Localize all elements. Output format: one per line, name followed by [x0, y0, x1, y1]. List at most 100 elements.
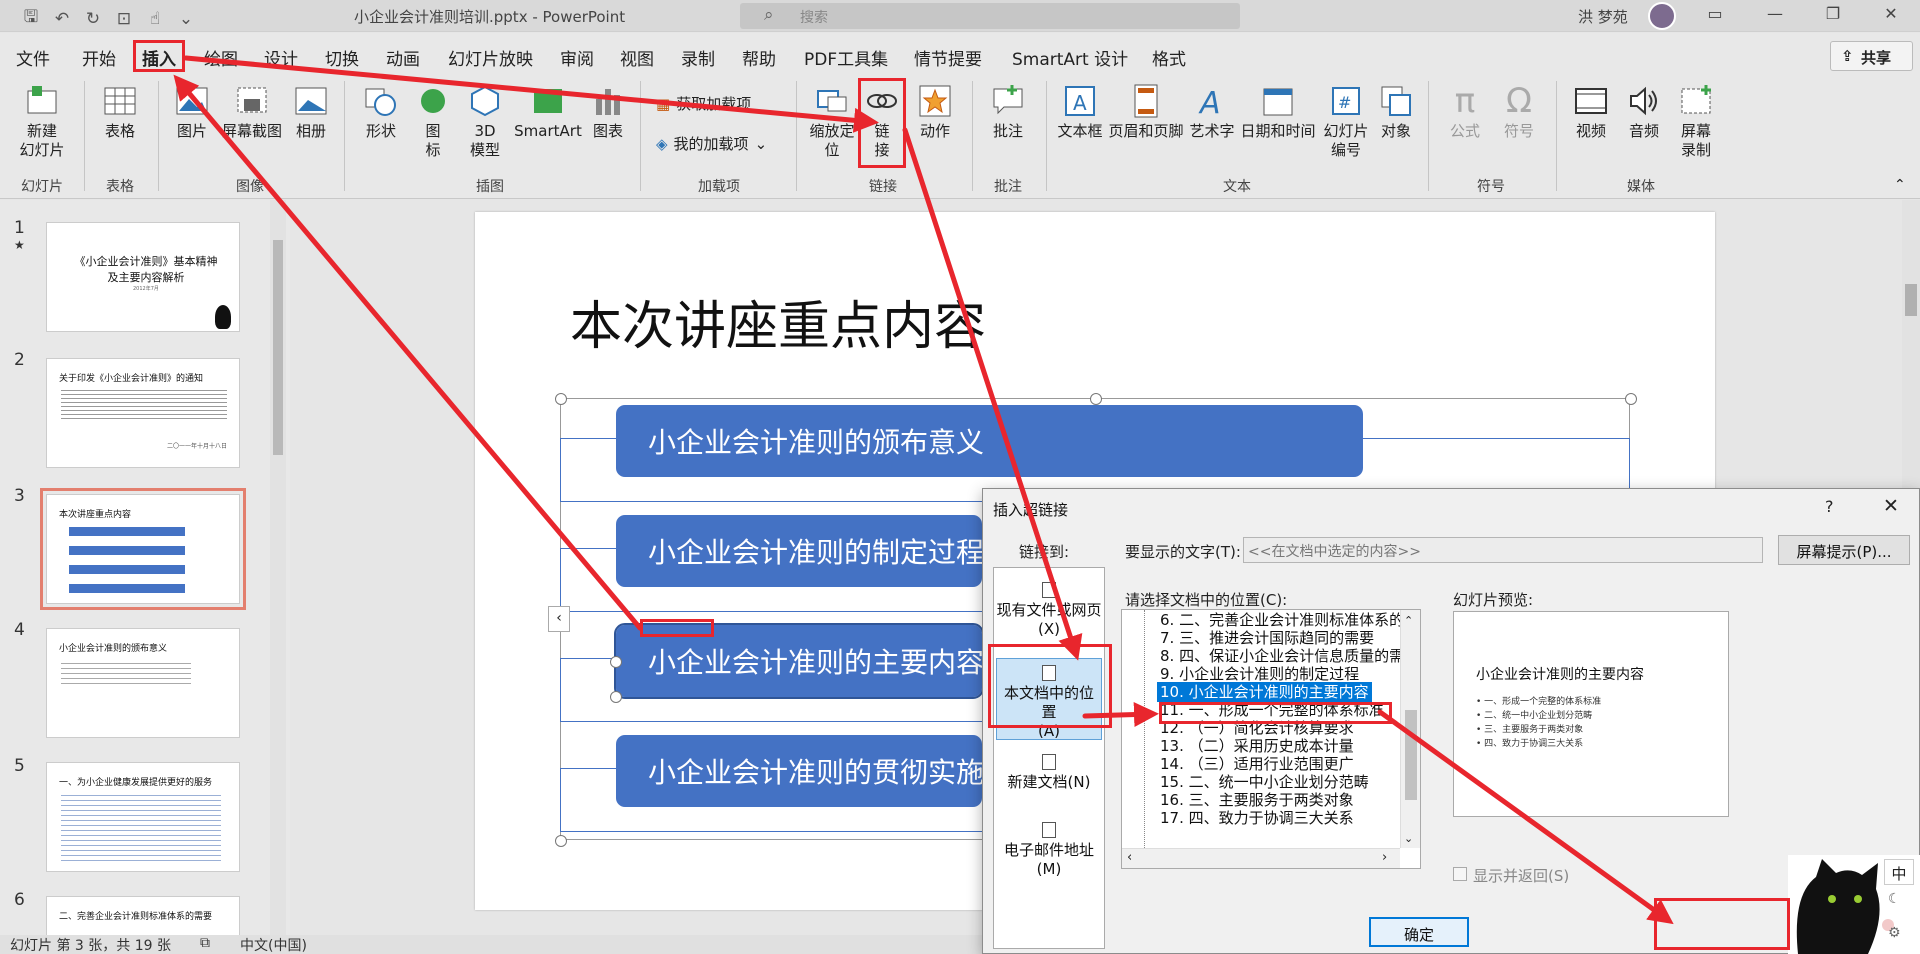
- save-icon[interactable]: 🖫: [20, 4, 42, 33]
- tree-item-selected[interactable]: 10. 小企业会计准则的主要内容: [1157, 682, 1372, 702]
- tree-item[interactable]: 13. （二）采用历史成本计量: [1160, 736, 1354, 756]
- my-addins-button[interactable]: ◈ 我的加载项 ⌄: [656, 133, 767, 154]
- thumbnails-scrollbar[interactable]: [270, 200, 286, 935]
- tree-item[interactable]: 17. 四、致力于协调三大关系: [1160, 808, 1354, 828]
- smartart-item-selected[interactable]: 小企业会计准则的主要内容: [614, 623, 984, 699]
- scroll-thumb[interactable]: [1905, 284, 1917, 316]
- slide-thumbnail[interactable]: 二、完善企业会计准则标准体系的需要: [46, 896, 240, 936]
- shapes-button[interactable]: 形状: [356, 83, 406, 141]
- scroll-thumb[interactable]: [273, 240, 283, 455]
- picture-button[interactable]: 图片: [166, 83, 218, 141]
- tab-help[interactable]: 帮助: [742, 45, 776, 70]
- action-button[interactable]: 动作: [910, 83, 960, 141]
- slide-thumbnail[interactable]: 小企业会计准则的颁布意义: [46, 628, 240, 738]
- help-button[interactable]: ?: [1825, 497, 1834, 516]
- tab-home[interactable]: 开始: [82, 45, 116, 70]
- touch-mode-icon[interactable]: ☝: [144, 9, 166, 29]
- user-name[interactable]: 洪 梦苑: [1578, 6, 1628, 27]
- tree-item[interactable]: 16. 三、主要服务于两类对象: [1160, 790, 1354, 810]
- moon-icon[interactable]: ☾: [1888, 891, 1901, 907]
- tab-storyboard[interactable]: 情节提要: [914, 45, 982, 70]
- tree-item[interactable]: 14. （三）适用行业范围更广: [1160, 754, 1354, 774]
- chevron-down-icon[interactable]: ⌄: [1404, 832, 1413, 845]
- tab-design[interactable]: 设计: [264, 45, 298, 70]
- datetime-button[interactable]: 日期和时间: [1238, 83, 1318, 141]
- tab-file[interactable]: 文件: [16, 45, 50, 70]
- tree-item[interactable]: 7. 三、推进会计国际趋同的需要: [1160, 628, 1374, 648]
- model3d-button[interactable]: 3D 模型: [460, 83, 510, 160]
- smartart-button[interactable]: SmartArt: [510, 83, 586, 141]
- language-status[interactable]: 中文(中国): [240, 935, 307, 954]
- screenshot-button[interactable]: 屏幕截图: [218, 83, 286, 141]
- link-to-email[interactable]: 电子邮件地址 (M): [996, 818, 1102, 894]
- tab-transitions[interactable]: 切换: [325, 45, 359, 70]
- tab-insert[interactable]: 插入: [142, 45, 176, 79]
- minimize-icon[interactable]: —: [1760, 4, 1790, 23]
- tree-item[interactable]: 12. （一）简化会计核算要求: [1160, 718, 1354, 738]
- customize-qat-icon[interactable]: ⌄: [175, 9, 197, 29]
- get-addins-button[interactable]: ▦ 获取加载项: [656, 93, 751, 114]
- resize-handle[interactable]: [610, 691, 622, 703]
- tab-smartart-design[interactable]: SmartArt 设计: [1012, 45, 1128, 70]
- notes-icon[interactable]: ⧉: [200, 935, 210, 951]
- ok-button[interactable]: 确定: [1369, 917, 1469, 947]
- avatar[interactable]: [1648, 2, 1676, 30]
- tree-item[interactable]: 15. 二、统一中小企业划分范畴: [1160, 772, 1369, 792]
- search-input[interactable]: ⌕ 搜索: [740, 3, 1240, 29]
- album-button[interactable]: 相册: [286, 83, 336, 141]
- tree-vertical-scrollbar[interactable]: ⌃ ⌄: [1400, 610, 1420, 848]
- smartart-item[interactable]: 小企业会计准则的颁布意义: [616, 405, 1363, 477]
- settings-icon[interactable]: ⚙: [1888, 925, 1901, 941]
- restore-icon[interactable]: ❐: [1818, 4, 1848, 23]
- comment-button[interactable]: 批注: [980, 83, 1036, 141]
- collapse-ribbon-icon[interactable]: ⌃: [1894, 177, 1906, 193]
- tree-horizontal-scrollbar[interactable]: ‹ ›: [1122, 848, 1400, 868]
- resize-handle[interactable]: [1625, 393, 1637, 405]
- icons-button[interactable]: 图 标: [408, 83, 458, 160]
- tab-slideshow[interactable]: 幻灯片放映: [448, 45, 533, 70]
- audio-button[interactable]: 音频: [1618, 83, 1670, 141]
- share-button[interactable]: ⇪ 共享: [1830, 41, 1913, 71]
- chevron-left-icon[interactable]: ‹: [1127, 850, 1132, 865]
- link-button[interactable]: 链 接: [862, 83, 902, 160]
- tree-item[interactable]: 9. 小企业会计准则的制定过程: [1160, 664, 1359, 684]
- close-button[interactable]: ✕: [1883, 495, 1899, 517]
- resize-handle[interactable]: [555, 393, 567, 405]
- slide-number-button[interactable]: # 幻灯片 编号: [1318, 83, 1374, 160]
- table-button[interactable]: 表格: [94, 83, 146, 141]
- video-button[interactable]: 视频: [1566, 83, 1616, 141]
- slide-thumbnail[interactable]: 关于印发《小企业会计准则》的通知 二〇一一年十月十八日: [46, 358, 240, 468]
- scroll-thumb[interactable]: [1405, 710, 1417, 800]
- object-button[interactable]: 对象: [1374, 83, 1418, 141]
- chart-button[interactable]: 图表: [586, 83, 630, 141]
- wordart-button[interactable]: A 艺术字: [1186, 83, 1238, 141]
- link-to-place-in-document[interactable]: 本文档中的位置 (A): [996, 658, 1102, 740]
- resize-handle[interactable]: [555, 835, 567, 847]
- tab-view[interactable]: 视图: [620, 45, 654, 70]
- tab-animations[interactable]: 动画: [386, 45, 420, 70]
- slide-thumbnail[interactable]: 《小企业会计准则》基本精神及主要内容解析 2012年7月: [46, 222, 240, 332]
- text-pane-toggle[interactable]: ‹: [548, 606, 570, 632]
- slide-thumbnail[interactable]: 一、为小企业健康发展提供更好的服务: [46, 762, 240, 872]
- tree-item[interactable]: 11. 一、形成一个完整的体系标准: [1160, 700, 1384, 720]
- chevron-right-icon[interactable]: ›: [1382, 850, 1387, 865]
- zoom-button[interactable]: 缩放定 位: [804, 83, 860, 160]
- close-icon[interactable]: ✕: [1876, 4, 1906, 23]
- document-location-tree[interactable]: 6. 二、完善企业会计准则标准体系的需要 7. 三、推进会计国际趋同的需要 8.…: [1121, 609, 1421, 869]
- link-to-existing-file[interactable]: 现有文件或网页 (X): [996, 578, 1102, 656]
- tab-record[interactable]: 录制: [681, 45, 715, 70]
- chevron-up-icon[interactable]: ⌃: [1404, 614, 1413, 627]
- textbox-button[interactable]: A 文本框: [1054, 83, 1106, 141]
- redo-icon[interactable]: ↻: [82, 9, 104, 29]
- slide-thumbnail-selected[interactable]: 本次讲座重点内容: [40, 488, 246, 610]
- screen-record-button[interactable]: 屏幕 录制: [1670, 83, 1722, 160]
- resize-handle[interactable]: [610, 656, 622, 668]
- equation-button[interactable]: π 公式: [1440, 83, 1490, 141]
- tab-review[interactable]: 审阅: [560, 45, 594, 70]
- resize-handle[interactable]: [1090, 393, 1102, 405]
- tree-item[interactable]: 6. 二、完善企业会计准则标准体系的需要: [1160, 610, 1420, 630]
- tab-draw[interactable]: 绘图: [204, 45, 238, 70]
- new-slide-button[interactable]: 新建 幻灯片: [10, 83, 74, 160]
- display-text-field[interactable]: <<在文档中选定的内容>>: [1243, 537, 1763, 563]
- present-icon[interactable]: ⊡: [113, 9, 135, 29]
